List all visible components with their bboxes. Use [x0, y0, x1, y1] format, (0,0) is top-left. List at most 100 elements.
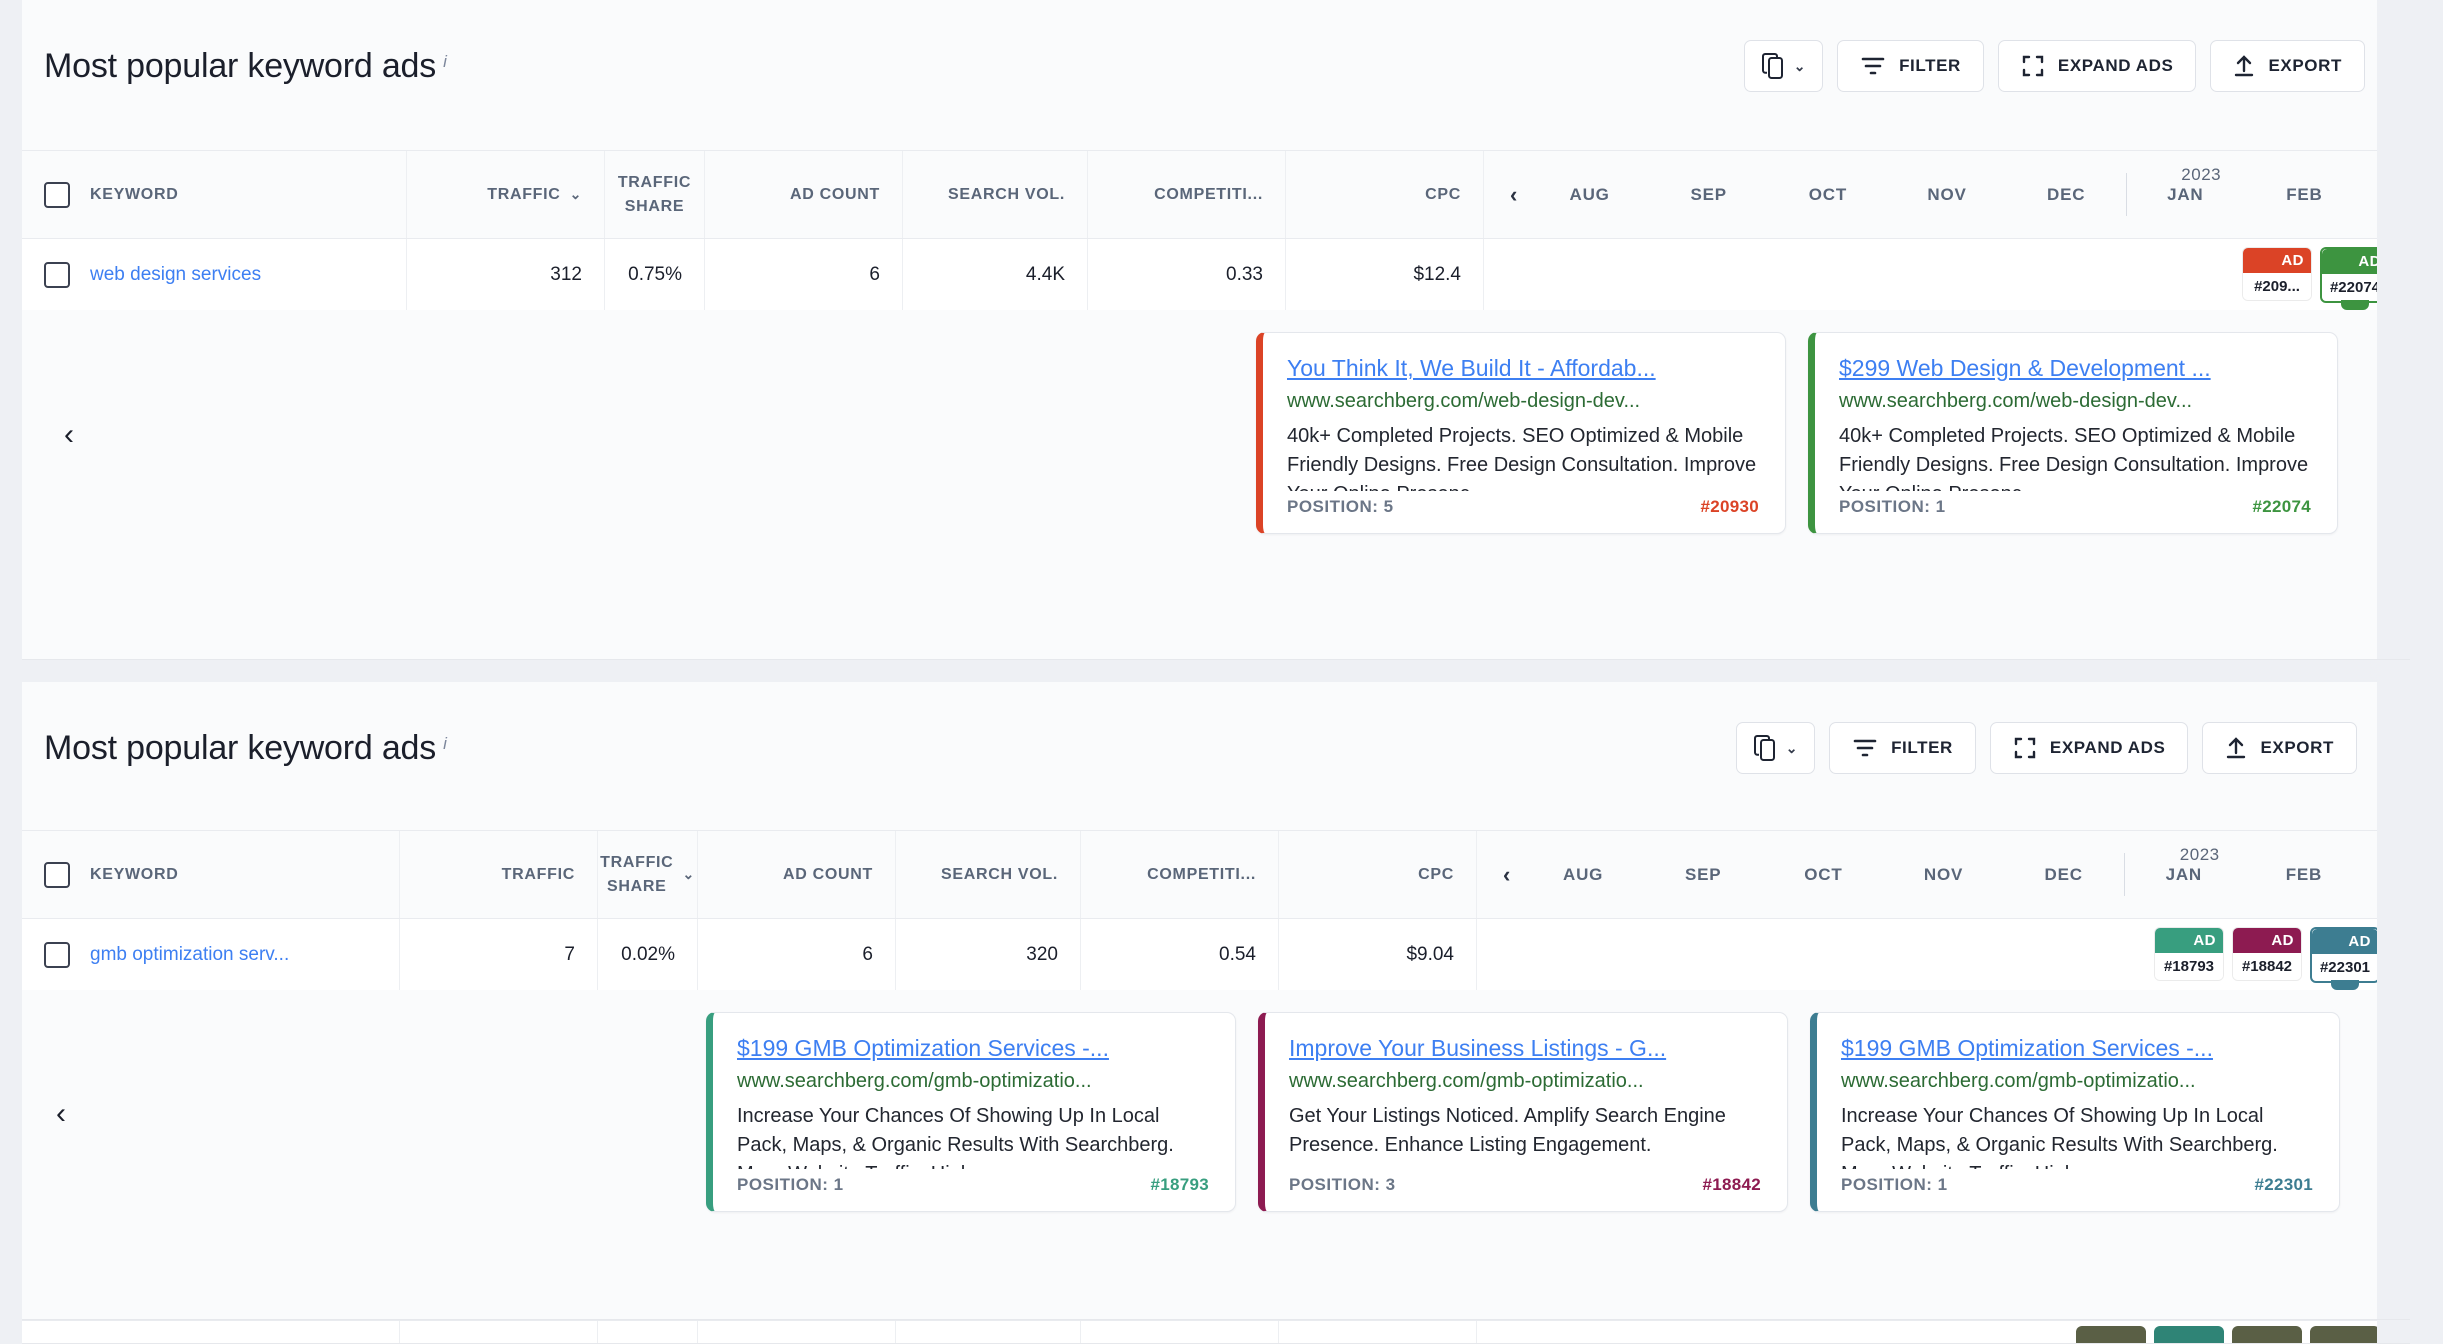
ad-title-link[interactable]: You Think It, We Build It - Affordab...: [1287, 355, 1759, 382]
ads-prev-button-2[interactable]: ‹: [56, 1099, 66, 1129]
header-competition[interactable]: COMPETITI...: [1088, 151, 1286, 238]
ad-chip[interactable]: AD #18793: [2154, 926, 2224, 981]
export-button-2[interactable]: EXPORT: [2202, 722, 2357, 774]
device-selector-button[interactable]: ⌄: [1743, 40, 1824, 92]
ad-card-footer: POSITION: 5 #20930: [1287, 497, 1759, 517]
filter-label: FILTER: [1899, 56, 1961, 75]
ad-chip-id: #22301: [2312, 953, 2378, 981]
export-button[interactable]: EXPORT: [2210, 40, 2365, 92]
header-traffic-share[interactable]: TRAFFIC SHARE: [605, 151, 705, 238]
right-gutter: [2377, 0, 2410, 659]
timeline-month-aug[interactable]: AUG: [1523, 831, 1643, 918]
filter-button[interactable]: FILTER: [1837, 40, 1984, 92]
ad-chip[interactable]: [2310, 1326, 2380, 1343]
info-icon-2[interactable]: i: [443, 734, 447, 753]
header-traffic-share-2[interactable]: TRAFFIC SHARE ⌄: [598, 831, 698, 918]
ad-display-url: www.searchberg.com/gmb-optimizatio...: [737, 1070, 1092, 1092]
timeline-month-jan[interactable]: JAN 2023: [2125, 151, 2245, 238]
table-row[interactable]: web design services 312 0.75% 6 4.4K 0.3…: [22, 238, 2410, 310]
row-checkbox-2[interactable]: [44, 941, 70, 968]
ad-preview-card[interactable]: $199 GMB Optimization Services -... www.s…: [706, 1012, 1236, 1212]
timeline-month-feb[interactable]: FEB: [2245, 151, 2364, 238]
panel-toolbar-2: ⌄ FILTER EXPAND ADS EXPORT: [1735, 722, 2357, 774]
timeline-month-nov[interactable]: NOV: [1883, 831, 2003, 918]
ad-id: #20930: [1700, 497, 1759, 516]
ad-title-link[interactable]: Improve Your Business Listings - G...: [1289, 1035, 1761, 1062]
header-competition-label: COMPETITI...: [1154, 185, 1263, 203]
row-competition-2: 0.54: [1081, 919, 1279, 990]
timeline-month-oct[interactable]: OCT: [1763, 831, 1883, 918]
header-traffic-2[interactable]: TRAFFIC: [400, 831, 598, 918]
ad-title-link[interactable]: $199 GMB Optimization Services -...: [1841, 1035, 2313, 1062]
table-row[interactable]: [22, 1320, 2410, 1343]
header-cpc[interactable]: CPC: [1286, 151, 1484, 238]
header-traffic-share-line1: TRAFFIC: [617, 174, 692, 192]
keyword-link-2[interactable]: gmb optimization serv...: [90, 944, 289, 966]
row-checkbox[interactable]: [44, 261, 70, 288]
ad-title-link[interactable]: $299 Web Design & Development ...: [1839, 355, 2311, 382]
timeline-month-sep[interactable]: SEP: [1643, 831, 1763, 918]
ad-description: 40k+ Completed Projects. SEO Optimized &…: [1839, 425, 2309, 491]
header-competition-label-2: COMPETITI...: [1147, 865, 1256, 883]
ad-chip[interactable]: AD #209...: [2242, 246, 2312, 301]
timeline-month-aug[interactable]: AUG: [1530, 151, 1649, 238]
ad-chip-label: AD: [2155, 927, 2223, 953]
ad-description: Increase Your Chances Of Showing Up In L…: [1841, 1105, 2278, 1169]
header-cpc-2[interactable]: CPC: [1279, 831, 1477, 918]
ad-position: POSITION: 1: [1841, 1175, 1948, 1194]
timeline-month-dec[interactable]: DEC: [2004, 831, 2124, 918]
filter-icon: [1860, 55, 1886, 77]
ad-chip[interactable]: AD #18842: [2232, 926, 2302, 981]
device-selector-button-2[interactable]: ⌄: [1735, 722, 1816, 774]
header-competition-2[interactable]: COMPETITI...: [1081, 831, 1279, 918]
ad-card-footer: POSITION: 1 #22301: [1841, 1175, 2313, 1195]
header-search-vol-2[interactable]: SEARCH VOL.: [896, 831, 1081, 918]
keyword-table-1: KEYWORD TRAFFIC ⌄ TRAFFIC SHARE AD COUNT…: [22, 150, 2410, 310]
ad-chip[interactable]: [2154, 1326, 2224, 1343]
expand-ads-button[interactable]: EXPAND ADS: [1997, 40, 2197, 92]
timeline-prev-button-2[interactable]: ‹: [1491, 863, 1523, 886]
sort-chevron-icon-2: ⌄: [682, 866, 695, 882]
timeline-month-nov[interactable]: NOV: [1887, 151, 2006, 238]
ads-prev-button[interactable]: ‹: [64, 420, 74, 450]
table-row[interactable]: gmb optimization serv... 7 0.02% 6 320 0…: [22, 918, 2410, 990]
ad-preview-card[interactable]: Improve Your Business Listings - G... www…: [1258, 1012, 1788, 1212]
ad-cards-1: You Think It, We Build It - Affordab... w…: [1256, 332, 2338, 534]
timeline-months-1: AUG SEP OCT NOV DEC JAN 2023 FEB: [1530, 151, 2364, 238]
timeline-month-oct[interactable]: OCT: [1768, 151, 1887, 238]
sort-chevron-icon: ⌄: [569, 186, 582, 202]
keyword-link[interactable]: web design services: [90, 264, 261, 286]
timeline-month-sep[interactable]: SEP: [1649, 151, 1768, 238]
ad-chip[interactable]: [2232, 1326, 2302, 1343]
timeline-month-jan[interactable]: JAN 2023: [2123, 831, 2244, 918]
timeline-month-feb[interactable]: FEB: [2244, 831, 2364, 918]
header-traffic-share-line2: SHARE: [624, 197, 685, 215]
ad-preview-card[interactable]: $199 GMB Optimization Services -... www.s…: [1810, 1012, 2340, 1212]
filter-button-2[interactable]: FILTER: [1829, 722, 1976, 774]
header-ad-count-2[interactable]: AD COUNT: [698, 831, 896, 918]
upload-icon: [2233, 54, 2255, 78]
ad-chip[interactable]: [2076, 1326, 2146, 1343]
ad-preview-card[interactable]: You Think It, We Build It - Affordab... w…: [1256, 332, 1786, 534]
header-traffic[interactable]: TRAFFIC ⌄: [407, 151, 605, 238]
timeline-month-dec[interactable]: DEC: [2007, 151, 2126, 238]
ad-position: POSITION: 1: [737, 1175, 844, 1194]
expand-ads-button-2[interactable]: EXPAND ADS: [1989, 722, 2189, 774]
header-ad-count-label-2: AD COUNT: [782, 865, 873, 883]
device-copy-icon-2: [1753, 734, 1777, 762]
select-all-checkbox-2[interactable]: [44, 861, 70, 888]
info-icon[interactable]: i: [443, 52, 447, 71]
ad-display-url: www.searchberg.com/web-design-dev...: [1287, 390, 1641, 412]
ad-title-link[interactable]: $199 GMB Optimization Services -...: [737, 1035, 1209, 1062]
timeline-prev-button[interactable]: ‹: [1498, 183, 1530, 206]
ad-preview-card[interactable]: $299 Web Design & Development ... www.sea…: [1808, 332, 2338, 534]
select-all-checkbox[interactable]: [44, 181, 70, 208]
expand-icon: [2021, 54, 2045, 78]
ad-chip-id: #18793: [2155, 952, 2223, 980]
table-header-row: KEYWORD TRAFFIC ⌄ TRAFFIC SHARE AD COUNT…: [22, 150, 2410, 238]
header-ad-count[interactable]: AD COUNT: [705, 151, 903, 238]
ad-chip-label: AD: [2243, 247, 2311, 273]
header-search-vol[interactable]: SEARCH VOL.: [903, 151, 1088, 238]
ad-chip[interactable]: AD #22301: [2310, 926, 2380, 990]
ad-chip-list-2: AD #18793 AD #18842 AD #22301: [2154, 926, 2380, 990]
